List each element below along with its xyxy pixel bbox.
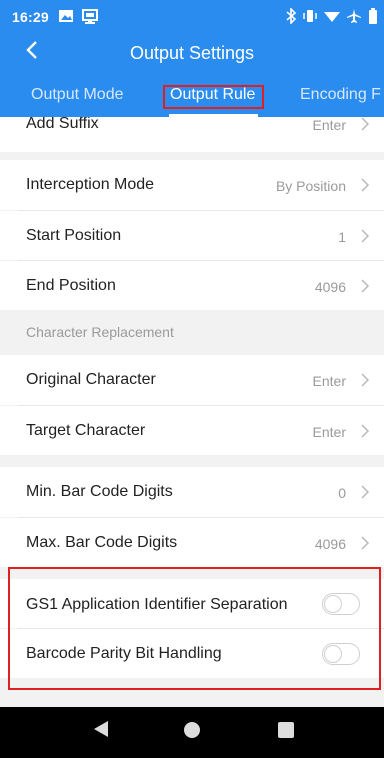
end-position-value: 4096	[314, 279, 346, 295]
status-time: 16:29	[12, 9, 49, 25]
bluetooth-icon	[286, 7, 297, 27]
end-position-label: End Position	[26, 277, 116, 294]
tab-encoding-format[interactable]: Encoding F	[300, 86, 381, 104]
start-position-row[interactable]: Start Position 1	[0, 211, 384, 260]
min-digits-label: Min. Bar Code Digits	[26, 483, 173, 500]
interception-mode-label: Interception Mode	[26, 176, 155, 193]
desktop-icon	[82, 9, 98, 27]
target-character-row[interactable]: Target Character Enter	[0, 406, 384, 455]
airplane-icon	[346, 8, 362, 27]
interception-mode-value: By Position	[275, 178, 346, 194]
chevron-right-icon	[361, 424, 370, 438]
nav-back-icon[interactable]	[92, 719, 110, 744]
chevron-right-icon	[361, 373, 370, 387]
wifi-icon	[324, 8, 340, 27]
character-replacement-section: Character Replacement	[0, 310, 384, 355]
page-title: Output Settings	[129, 43, 255, 63]
add-suffix-row[interactable]: Add Suffix Enter	[0, 117, 384, 152]
original-character-row[interactable]: Original Character Enter	[0, 355, 384, 405]
battery-icon	[368, 8, 378, 27]
system-navigation-bar	[0, 707, 384, 758]
title-bar: Output Settings	[0, 34, 384, 74]
chevron-right-icon	[361, 229, 370, 243]
status-right-icons	[286, 7, 378, 27]
add-suffix-label: Add Suffix	[26, 117, 99, 132]
end-position-row[interactable]: End Position 4096	[0, 261, 384, 310]
active-tab-highlight	[163, 85, 264, 109]
chevron-right-icon	[361, 536, 370, 550]
nav-recents-icon[interactable]	[278, 722, 294, 738]
status-bar: 16:29	[0, 0, 384, 33]
target-character-value: Enter	[312, 424, 346, 440]
target-character-label: Target Character	[26, 422, 146, 439]
max-digits-value: 4096	[314, 536, 346, 552]
start-position-value: 1	[338, 229, 346, 245]
vibrate-icon	[302, 8, 318, 27]
section-title: Character Replacement	[26, 324, 174, 340]
interception-mode-row[interactable]: Interception Mode By Position	[0, 160, 384, 210]
max-digits-label: Max. Bar Code Digits	[26, 534, 178, 551]
nav-home-icon[interactable]	[184, 722, 200, 738]
chevron-right-icon	[361, 279, 370, 293]
chevron-right-icon	[361, 117, 370, 131]
min-digits-value: 0	[338, 485, 346, 501]
toggle-group-highlight	[8, 567, 381, 690]
original-character-value: Enter	[312, 373, 346, 389]
start-position-label: Start Position	[26, 227, 122, 244]
chevron-right-icon	[361, 178, 370, 192]
add-suffix-value: Enter	[312, 117, 346, 133]
min-digits-row[interactable]: Min. Bar Code Digits 0	[0, 467, 384, 517]
original-character-label: Original Character	[26, 371, 156, 388]
tab-output-mode[interactable]: Output Mode	[31, 86, 124, 104]
max-digits-row[interactable]: Max. Bar Code Digits 4096	[0, 518, 384, 567]
chevron-right-icon	[361, 485, 370, 499]
image-icon	[58, 9, 74, 26]
